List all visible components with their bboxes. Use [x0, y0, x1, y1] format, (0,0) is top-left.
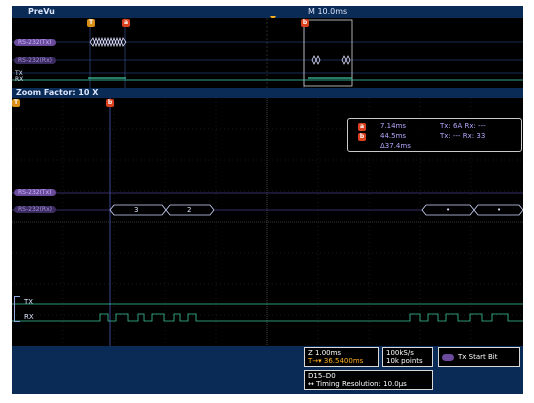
- preview-rx-channel-label[interactable]: RS-232(Rx): [14, 57, 56, 64]
- record-length-value: 10k points: [386, 357, 423, 365]
- readout-b-time: 44.5ms: [380, 132, 407, 140]
- cursor-readout: a 7.14ms Tx: 6A Rx: --- b 44.5ms Tx: ---…: [347, 118, 522, 152]
- timing-icon: ↔: [308, 380, 317, 388]
- trigger-position-value: 36.5400ms: [323, 357, 364, 365]
- timebase-readout[interactable]: Z 1.00ms T→▾ 36.5400ms: [304, 347, 379, 367]
- preview-tx-channel-label[interactable]: RS-232(Tx): [14, 39, 56, 46]
- status-bar: Z 1.00ms T→▾ 36.5400ms 100kS/s 10k point…: [12, 346, 523, 394]
- readout-cursor-a-icon: a: [358, 123, 366, 131]
- readout-delta: Δ37.4ms: [380, 142, 411, 150]
- preview-title: PreVu: [28, 7, 55, 16]
- trigger-source-badge: [442, 353, 454, 361]
- zoom-rx-channel-label[interactable]: RS-232(Rx): [14, 206, 56, 213]
- sample-rate-value: 100kS/s: [386, 349, 414, 357]
- preview-trigger-marker[interactable]: T: [87, 19, 95, 27]
- preview-grid: [12, 18, 523, 88]
- digital-timing-readout[interactable]: D15–D0 ↔ Timing Resolution: 10.0µs: [304, 370, 433, 390]
- zoom-factor-label: Zoom Factor: 10 X: [16, 88, 99, 97]
- zoom-window[interactable]: T b RS-232(Tx) RS-232(Rx) 3 2 • • TX RX …: [12, 98, 523, 346]
- digital-tx-label: TX: [24, 298, 34, 306]
- timebase-value: Z 1.00ms: [308, 349, 342, 357]
- trigger-readout[interactable]: Tx Start Bit: [438, 347, 520, 367]
- main-timebase-label: M 10.0ms: [308, 7, 348, 16]
- readout-a-values: Tx: 6A Rx: ---: [440, 122, 486, 130]
- zoom-cursor-b[interactable]: b: [106, 99, 114, 107]
- oscilloscope-display: PreVu M 10.0ms T a b RS-232(Tx) RS-232(R…: [12, 6, 523, 394]
- packet-value: 3: [134, 206, 139, 214]
- digital-group-bracket: [14, 296, 20, 322]
- readout-b-values: Tx: --- Rx: 33: [440, 132, 486, 140]
- zoom-trigger-marker[interactable]: T: [12, 99, 20, 107]
- preview-window[interactable]: T a b RS-232(Tx) RS-232(Rx) TX RX: [12, 18, 523, 88]
- zoom-tx-channel-label[interactable]: RS-232(Tx): [14, 189, 56, 196]
- timing-resolution-value: Timing Resolution: 10.0µs: [316, 380, 407, 388]
- trigger-type-label: Tx Start Bit: [458, 353, 498, 361]
- acquisition-readout[interactable]: 100kS/s 10k points: [382, 347, 433, 367]
- packet-value: 2: [187, 206, 192, 214]
- digital-rx-label: RX: [24, 313, 34, 321]
- zoom-factor-bar: Zoom Factor: 10 X: [12, 88, 523, 98]
- readout-a-time: 7.14ms: [380, 122, 407, 130]
- preview-digital-rx-label: RX: [15, 76, 24, 83]
- preview-cursor-a[interactable]: a: [122, 19, 130, 27]
- trigger-icon: T→▾: [308, 357, 324, 365]
- packet-value: •: [446, 206, 451, 214]
- preview-cursor-b[interactable]: b: [301, 19, 309, 27]
- readout-cursor-b-icon: b: [358, 133, 366, 141]
- packet-value: •: [497, 206, 502, 214]
- bus-range-label: D15–D0: [308, 372, 336, 380]
